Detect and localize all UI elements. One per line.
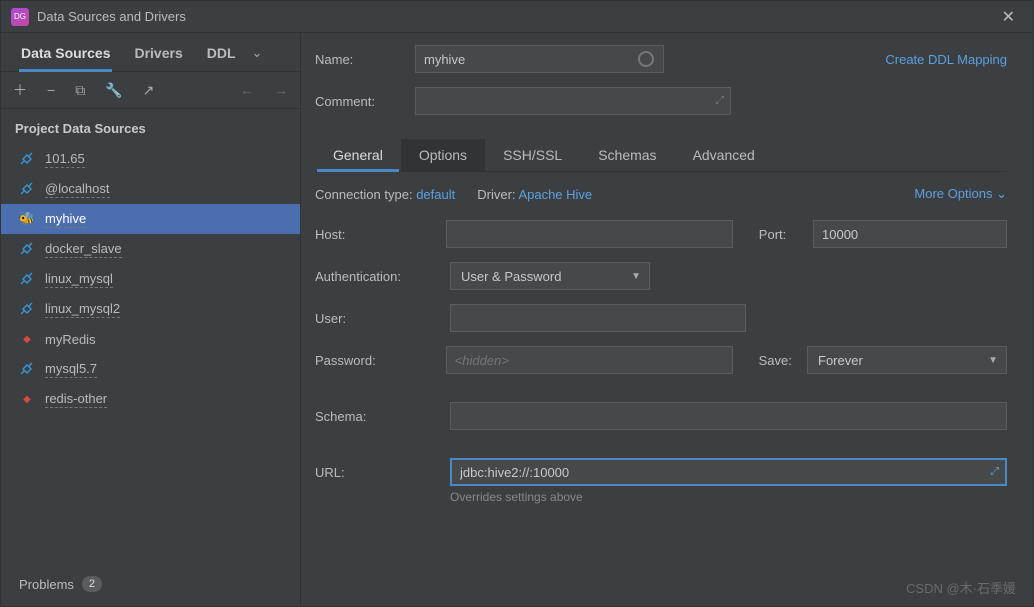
sidebar-item-label: 101.65 [45, 151, 85, 168]
conn-type-label: Connection type: [315, 187, 413, 202]
sidebar-tabs: Data Sources Drivers DDL ⌄ [1, 33, 300, 72]
dropdown-arrow-icon: ▼ [988, 355, 998, 366]
schema-label: Schema: [315, 409, 450, 424]
data-source-list: 101.65 @localhost 🐝 myhive docker_slavelinux… [1, 144, 300, 562]
datasource-icon: ◆ [19, 394, 35, 405]
problems-label: Problems [19, 577, 74, 592]
driver-value[interactable]: Apache Hive [518, 187, 592, 202]
tab-drivers[interactable]: Drivers [122, 39, 194, 71]
schema-input[interactable] [450, 402, 1007, 430]
sidebar-item-label: @localhost [45, 181, 110, 198]
sidebar-item-label: redis-other [45, 391, 107, 408]
copy-button[interactable]: ⧉ [71, 80, 89, 101]
titlebar: DG Data Sources and Drivers ✕ [1, 1, 1033, 33]
auth-select[interactable]: User & Password▼ [450, 262, 650, 290]
sidebar-item-label: linux_mysql [45, 271, 113, 288]
sidebar-item-docker-slave[interactable]: docker_slave [1, 234, 300, 264]
export-icon[interactable]: ↗ [139, 80, 159, 101]
sidebar-item-label: linux_mysql2 [45, 301, 120, 318]
back-button[interactable]: ← [236, 80, 258, 100]
datasource-icon [19, 362, 35, 376]
app-icon: DG [11, 8, 29, 26]
port-input[interactable] [813, 220, 1007, 248]
tab-schemas[interactable]: Schemas [580, 139, 674, 171]
tab-ssh-ssl[interactable]: SSH/SSL [485, 139, 580, 171]
password-label: Password: [315, 353, 446, 368]
host-input[interactable] [446, 220, 733, 248]
expand-icon[interactable]: ⤢ [715, 95, 724, 108]
problems-row[interactable]: Problems 2 [1, 562, 300, 606]
sidebar-item-101-65[interactable]: 101.65 [1, 144, 300, 174]
auth-label: Authentication: [315, 269, 450, 284]
watermark: CSDN @木·石季媛 [906, 578, 1016, 597]
sidebar-item-label: myhive [45, 211, 86, 228]
sidebar-item-mysql5-7[interactable]: mysql5.7 [1, 354, 300, 384]
url-label: URL: [315, 465, 450, 480]
conn-type-value[interactable]: default [416, 187, 455, 202]
chevron-down-icon[interactable]: ⌄ [248, 39, 267, 71]
sidebar-item-label: docker_slave [45, 241, 122, 258]
sidebar-item-myredis[interactable]: ◆ myRedis [1, 324, 300, 354]
problems-count-badge: 2 [82, 576, 102, 592]
datasource-icon [19, 182, 35, 196]
sidebar: Data Sources Drivers DDL ⌄ ＋ − ⧉ 🔧 ↗ ← →… [1, 33, 301, 606]
remove-button[interactable]: − [43, 80, 59, 100]
create-ddl-mapping-link[interactable]: Create DDL Mapping [885, 52, 1007, 67]
section-header: Project Data Sources [1, 109, 300, 144]
password-input[interactable] [446, 346, 733, 374]
port-label: Port: [759, 227, 813, 242]
datasource-icon: 🐝 [19, 211, 35, 227]
add-button[interactable]: ＋ [9, 78, 31, 102]
datasource-icon [19, 242, 35, 256]
sidebar-toolbar: ＋ − ⧉ 🔧 ↗ ← → [1, 72, 300, 109]
user-input[interactable] [450, 304, 746, 332]
sidebar-item-myhive[interactable]: 🐝 myhive [1, 204, 300, 234]
tab-ddl[interactable]: DDL [195, 39, 248, 71]
tab-options[interactable]: Options [401, 139, 485, 171]
main-panel: Name: Create DDL Mapping Comment: ⤢ Gene… [301, 33, 1033, 606]
datasource-icon [19, 302, 35, 316]
comment-label: Comment: [315, 94, 415, 109]
wrench-icon[interactable]: 🔧 [101, 80, 126, 101]
expand-icon[interactable]: ⤢ [990, 466, 999, 479]
comment-input[interactable]: ⤢ [415, 87, 731, 115]
name-label: Name: [315, 52, 415, 67]
forward-button[interactable]: → [270, 80, 292, 100]
datasource-icon [19, 152, 35, 166]
dropdown-arrow-icon: ▼ [631, 271, 641, 282]
sidebar-item--localhost[interactable]: @localhost [1, 174, 300, 204]
save-label: Save: [759, 353, 807, 368]
close-icon[interactable]: ✕ [994, 3, 1023, 31]
chevron-down-icon: ⌄ [996, 186, 1007, 201]
name-input[interactable] [415, 45, 664, 73]
datasource-icon: ◆ [19, 334, 35, 345]
tab-data-sources[interactable]: Data Sources [9, 39, 122, 71]
detail-tabs: General Options SSH/SSL Schemas Advanced [315, 139, 1007, 172]
sidebar-item-linux-mysql[interactable]: linux_mysql [1, 264, 300, 294]
driver-label: Driver: [477, 187, 515, 202]
datasource-icon [19, 272, 35, 286]
sidebar-item-linux-mysql2[interactable]: linux_mysql2 [1, 294, 300, 324]
url-hint: Overrides settings above [450, 490, 1007, 504]
more-options-link[interactable]: More Options ⌄ [914, 186, 1007, 202]
user-label: User: [315, 311, 450, 326]
sidebar-item-label: myRedis [45, 332, 96, 347]
url-input[interactable] [450, 458, 1007, 486]
tab-advanced[interactable]: Advanced [675, 139, 773, 171]
sidebar-item-label: mysql5.7 [45, 361, 97, 378]
sidebar-item-redis-other[interactable]: ◆ redis-other [1, 384, 300, 414]
save-select[interactable]: Forever▼ [807, 346, 1007, 374]
host-label: Host: [315, 227, 446, 242]
tab-general[interactable]: General [315, 139, 401, 171]
window-title: Data Sources and Drivers [37, 9, 994, 24]
